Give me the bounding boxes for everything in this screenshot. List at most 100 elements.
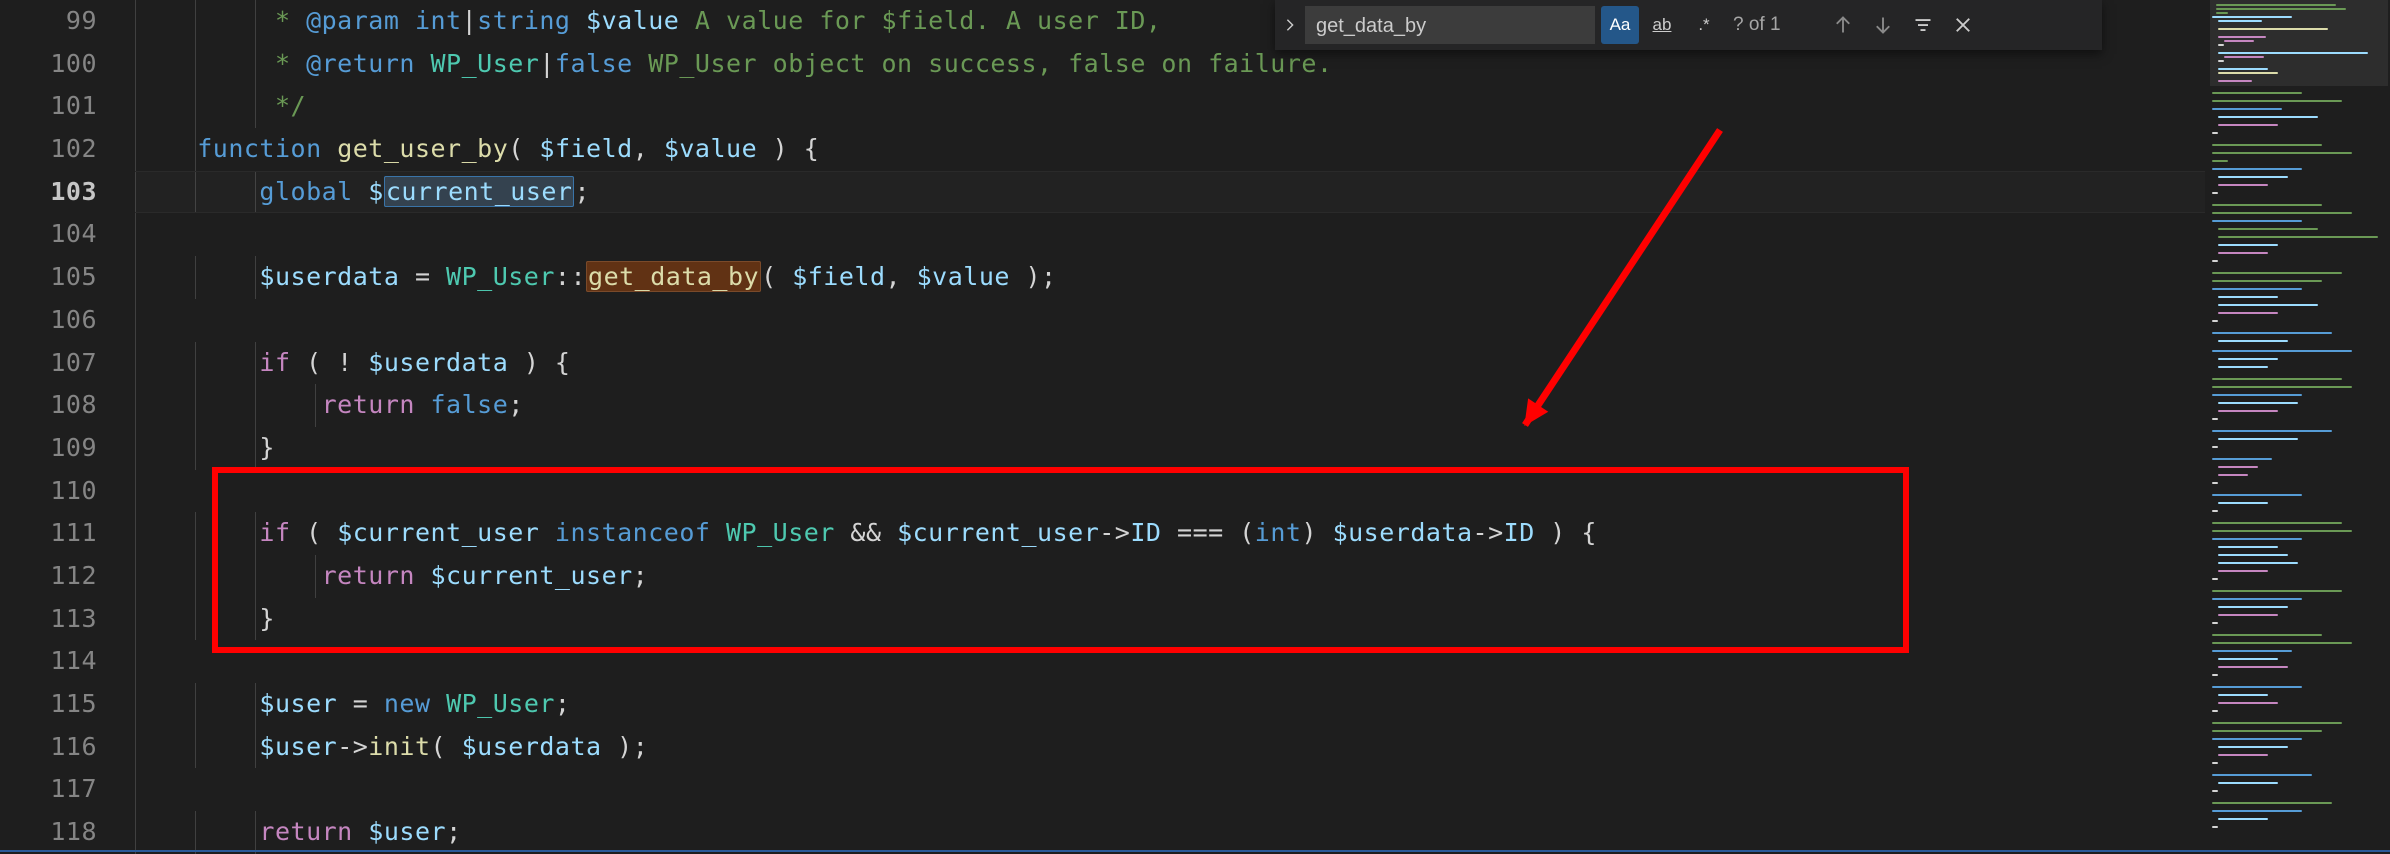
- find-prev-button[interactable]: [1824, 6, 1862, 44]
- code-token: [353, 817, 369, 846]
- code-line[interactable]: }: [135, 427, 2205, 470]
- code-token: */: [259, 91, 306, 120]
- code-line[interactable]: return false;: [135, 384, 2205, 427]
- minimap-line: [2212, 132, 2218, 134]
- code-line[interactable]: [135, 640, 2205, 683]
- minimap-line: [2212, 826, 2218, 828]
- minimap-line: [2212, 394, 2302, 396]
- code-token: $: [368, 177, 384, 206]
- match-case-toggle[interactable]: Aa: [1601, 6, 1639, 44]
- code-token: ,: [886, 262, 917, 291]
- code-line[interactable]: if ( $current_user instanceof WP_User &&…: [135, 512, 2205, 555]
- chevron-right-icon: [1283, 18, 1297, 32]
- minimap-line: [2212, 762, 2218, 764]
- minimap-line: [2218, 176, 2288, 178]
- code-token: ===: [1161, 518, 1239, 547]
- minimap-line: [2218, 366, 2268, 368]
- find-filter-button[interactable]: [1904, 6, 1942, 44]
- minimap-line: [2218, 228, 2318, 230]
- code-token: $field: [539, 134, 632, 163]
- code-line[interactable]: $userdata = WP_User::get_data_by( $field…: [135, 256, 2205, 299]
- code-token: @return: [306, 49, 415, 78]
- code-token: A value for $field. A user ID,: [679, 6, 1161, 35]
- minimap-line: [2216, 8, 2346, 10]
- code-line[interactable]: [135, 213, 2205, 256]
- arrow-down-icon: [1873, 15, 1893, 35]
- minimap-line: [2218, 438, 2298, 440]
- code-token: |: [462, 6, 478, 35]
- code-token: instanceof: [555, 518, 711, 547]
- minimap-line: [2212, 510, 2218, 512]
- code-token: $user: [259, 689, 337, 718]
- code-line[interactable]: [135, 470, 2205, 513]
- minimap-line: [2212, 538, 2302, 540]
- minimap-line: [2212, 92, 2302, 94]
- code-token: $userdata: [368, 348, 508, 377]
- code-line[interactable]: function get_user_by( $field, $value ) {: [135, 128, 2205, 171]
- minimap-line: [2212, 16, 2292, 18]
- minimap-line: [2212, 108, 2282, 110]
- code-token: return: [259, 817, 352, 846]
- code-token: false: [555, 49, 633, 78]
- code-line[interactable]: [135, 299, 2205, 342]
- minimap-line: [2218, 554, 2288, 556]
- code-token: ;: [508, 390, 524, 419]
- code-area[interactable]: * @param int|string $value A value for $…: [135, 0, 2205, 854]
- minimap-line: [2212, 674, 2218, 676]
- minimap-line: [2212, 378, 2342, 380]
- whole-word-toggle[interactable]: ab: [1643, 6, 1681, 44]
- minimap-line: [2212, 288, 2302, 290]
- minimap-line: [2218, 658, 2278, 660]
- code-line[interactable]: $user = new WP_User;: [135, 683, 2205, 726]
- find-result-count: ? of 1: [1727, 14, 1822, 36]
- line-number: 107: [0, 342, 135, 385]
- find-close-button[interactable]: [1944, 6, 1982, 44]
- code-token: );: [602, 732, 649, 761]
- code-line[interactable]: }: [135, 598, 2205, 641]
- minimap-line: [2212, 598, 2302, 600]
- code-line[interactable]: return $current_user;: [135, 555, 2205, 598]
- minimap-line: [2212, 458, 2272, 460]
- find-next-button[interactable]: [1864, 6, 1902, 44]
- minimap-line: [2218, 702, 2278, 704]
- code-line[interactable]: */: [135, 85, 2205, 128]
- regex-toggle[interactable]: .*: [1685, 6, 1723, 44]
- code-token: $userdata: [1333, 518, 1473, 547]
- code-line[interactable]: return $user;: [135, 811, 2205, 854]
- minimap-line: [2212, 332, 2332, 334]
- code-token: *: [259, 49, 306, 78]
- code-token: *: [259, 6, 306, 35]
- code-token: }: [259, 433, 275, 462]
- code-token: |: [539, 49, 555, 78]
- expand-replace-toggle[interactable]: [1275, 0, 1305, 50]
- code-token: ;: [446, 817, 462, 846]
- minimap-line: [2218, 818, 2268, 820]
- code-token: $current_user: [897, 518, 1099, 547]
- minimap-line: [2212, 522, 2342, 524]
- code-line[interactable]: if ( ! $userdata ) {: [135, 342, 2205, 385]
- code-token: WP_User: [446, 689, 555, 718]
- minimap-line: [2218, 502, 2268, 504]
- code-token: ;: [574, 177, 590, 206]
- code-line[interactable]: [135, 768, 2205, 811]
- minimap-line: [2212, 430, 2332, 432]
- minimap-line: [2212, 152, 2352, 154]
- minimap-line: [2218, 694, 2268, 696]
- code-token: );: [1010, 262, 1057, 291]
- minimap[interactable]: [2210, 0, 2388, 843]
- minimap-line: [2218, 474, 2248, 476]
- minimap-line: [2212, 446, 2218, 448]
- code-token: [415, 561, 431, 590]
- minimap-line: [2218, 244, 2278, 246]
- minimap-line: [2212, 260, 2218, 262]
- minimap-line: [2212, 774, 2312, 776]
- find-input[interactable]: get_data_by: [1305, 6, 1595, 44]
- minimap-line: [2218, 666, 2288, 668]
- code-token: [710, 518, 726, 547]
- code-line[interactable]: global $current_user;: [135, 171, 2205, 214]
- minimap-line: [2212, 418, 2218, 420]
- minimap-line: [2212, 320, 2218, 322]
- code-line[interactable]: $user->init( $userdata );: [135, 726, 2205, 769]
- line-number: 102: [0, 128, 135, 171]
- code-token: $value: [586, 6, 679, 35]
